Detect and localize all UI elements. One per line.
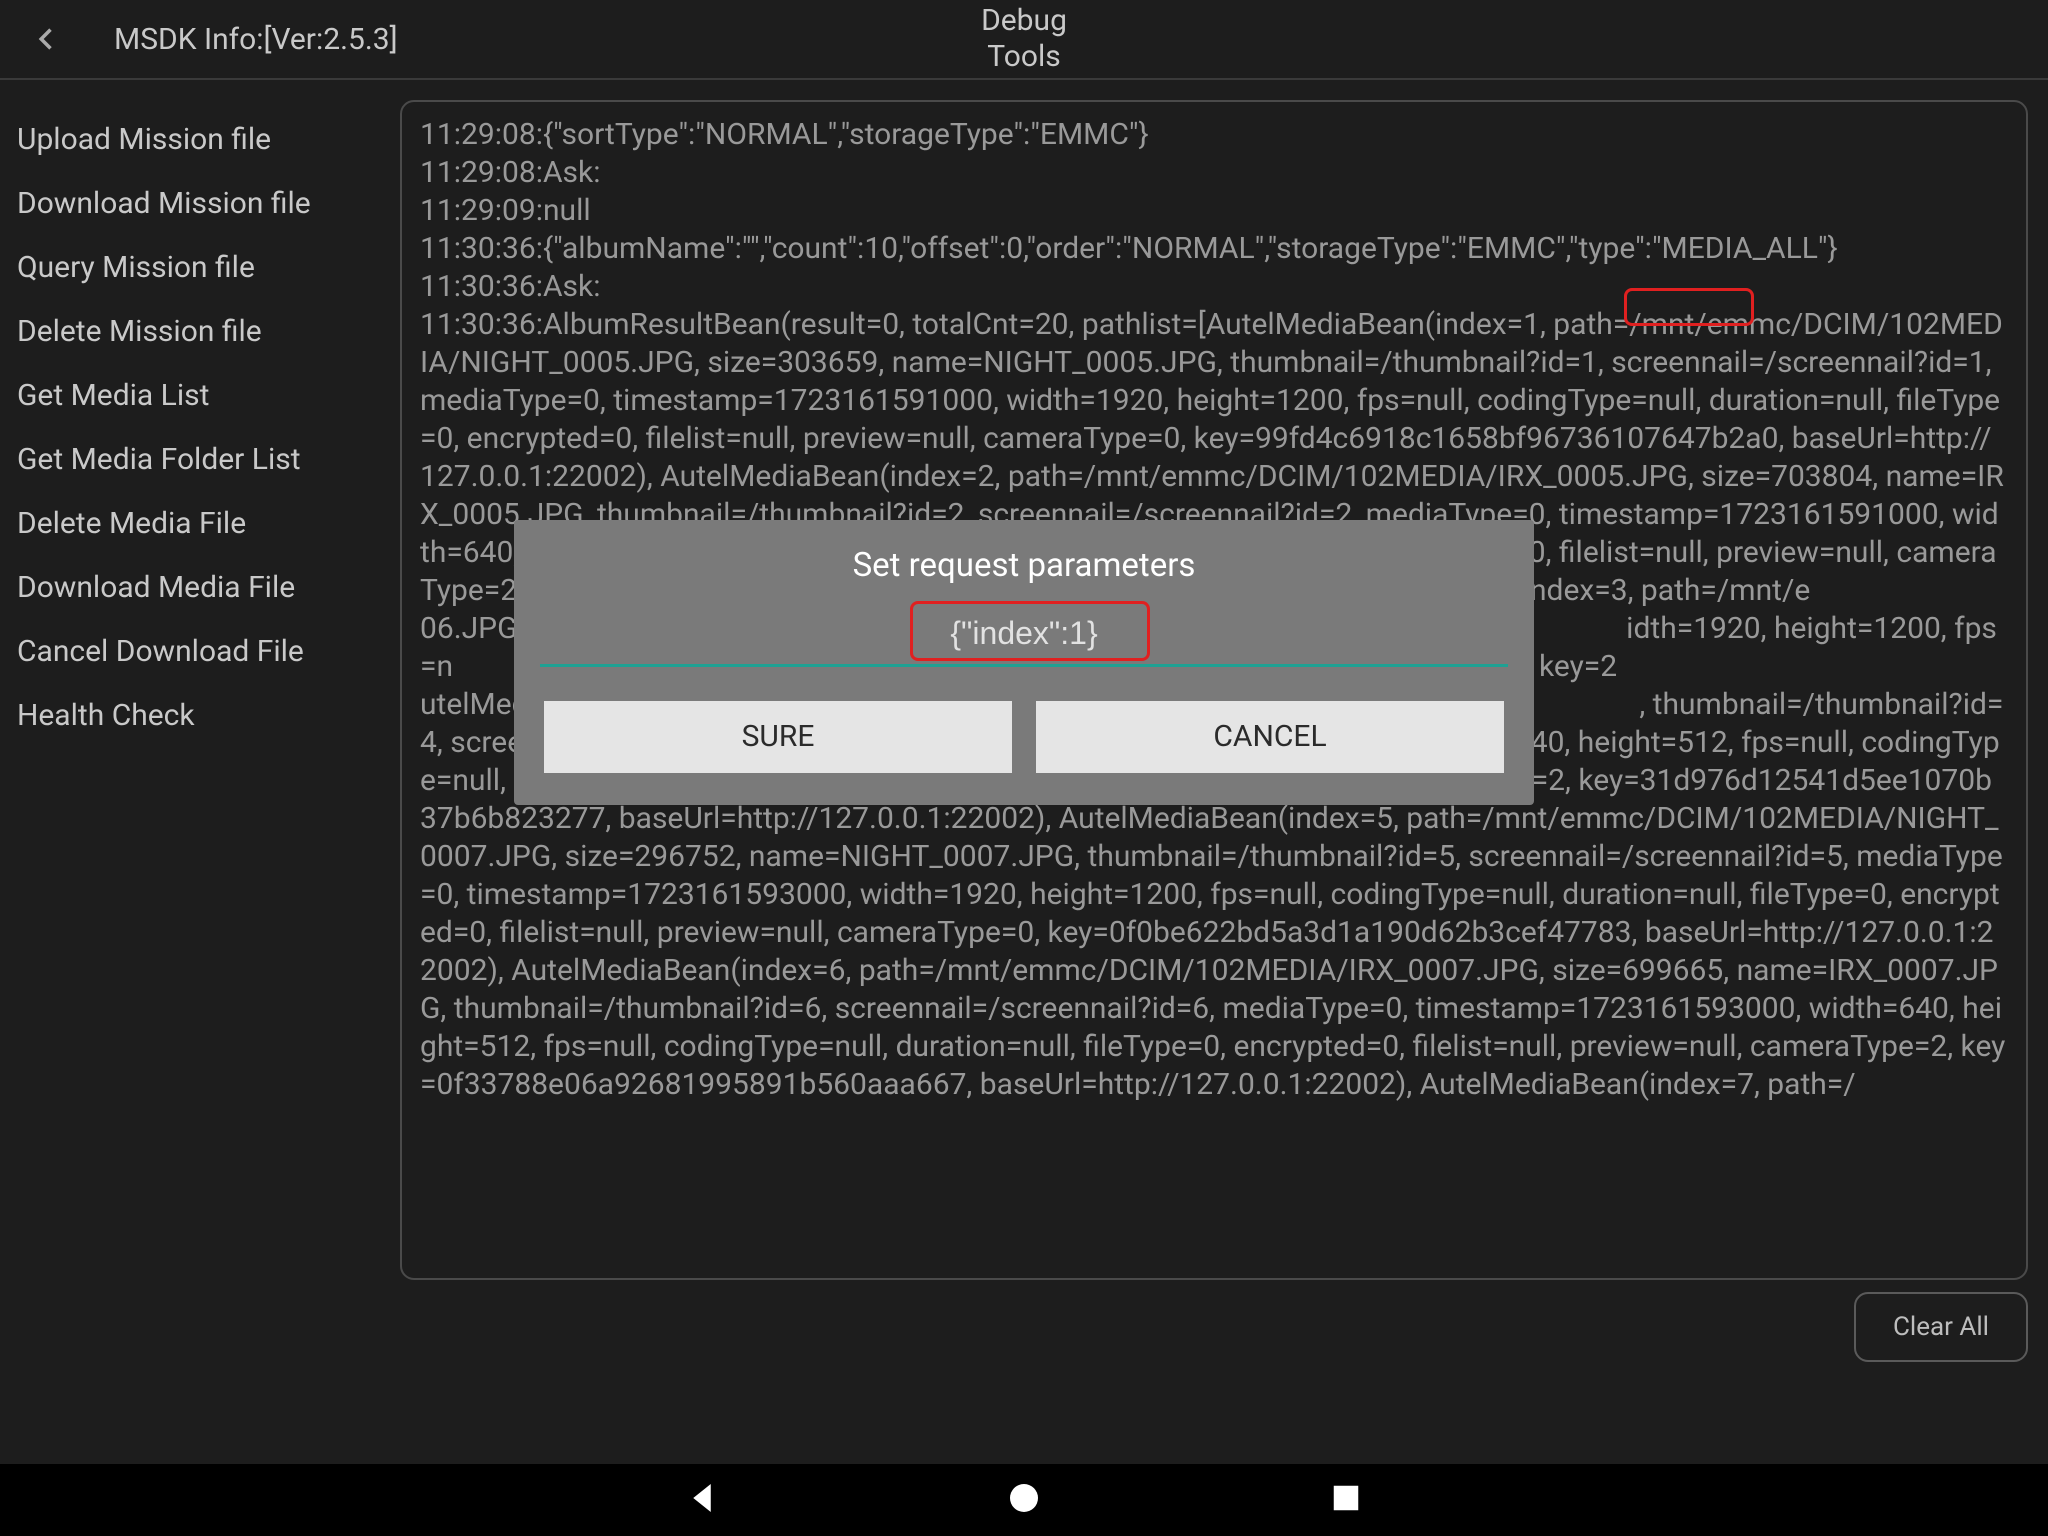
dialog-scrim: Set request parameters SURE CANCEL bbox=[0, 0, 2048, 1464]
dialog-title: Set request parameters bbox=[544, 546, 1504, 585]
android-navbar bbox=[0, 1464, 2048, 1536]
request-params-dialog: Set request parameters SURE CANCEL bbox=[514, 520, 1534, 805]
sure-button[interactable]: SURE bbox=[544, 701, 1012, 773]
nav-recent-icon[interactable] bbox=[1325, 1477, 1367, 1523]
nav-home-icon[interactable] bbox=[1003, 1477, 1045, 1523]
cancel-button[interactable]: CANCEL bbox=[1036, 701, 1504, 773]
nav-back-icon[interactable] bbox=[681, 1477, 723, 1523]
request-params-input[interactable] bbox=[540, 607, 1508, 667]
